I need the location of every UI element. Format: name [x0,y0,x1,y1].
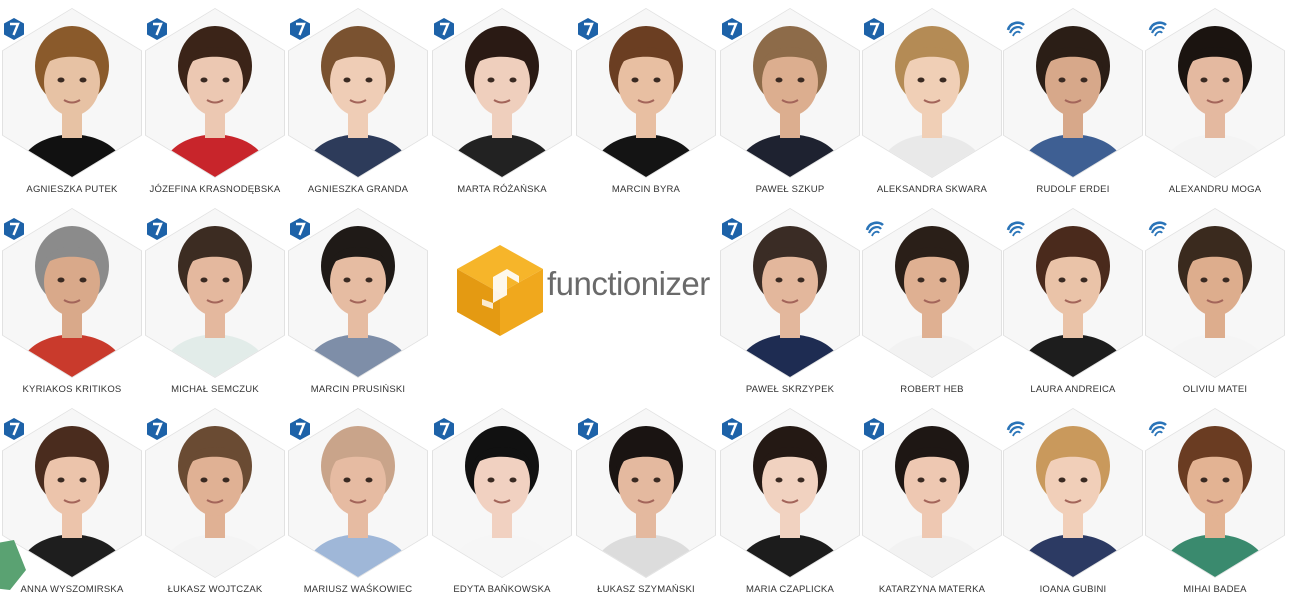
team-member-card[interactable]: MICHAŁ SEMCZUK [145,208,285,406]
team-member-card[interactable]: ŁUKASZ SZYMAŃSKI [576,408,716,606]
seven-logo-icon [4,418,24,440]
swirl-logo-icon [1005,18,1025,40]
member-name: KYRIAKOS KRITIKOS [22,384,122,395]
member-name: ŁUKASZ WOJTCZAK [167,584,263,595]
team-member-card[interactable]: RUDOLF ERDEI [1003,8,1143,206]
team-member-card[interactable]: ALEXANDRU MOGA [1145,8,1285,206]
member-name: OLIVIU MATEI [1182,384,1248,395]
member-name: MARIA CZAPLICKA [746,584,834,595]
member-name: EDYTA BAŃKOWSKA [453,584,551,595]
seven-logo-icon [290,18,310,40]
seven-logo-icon [864,418,884,440]
member-name: AGNIESZKA GRANDA [307,184,409,195]
member-name: AGNIESZKA PUTEK [26,184,118,195]
team-member-card[interactable]: MARCIN PRUSIŃSKI [288,208,428,406]
team-member-card[interactable]: AGNIESZKA GRANDA [288,8,428,206]
member-name: MARIUSZ WAŚKOWIEC [303,584,413,595]
swirl-logo-icon [1005,418,1025,440]
member-name: KATARZYNA MATERKA [878,584,986,595]
member-name: LAURA ANDREICA [1030,384,1116,395]
swirl-logo-icon [864,218,884,240]
member-name: ROBERT HEB [900,384,964,395]
swirl-logo-icon [1005,218,1025,240]
team-member-card[interactable]: MARCIN BYRA [576,8,716,206]
member-name: PAWEŁ SZKUP [755,184,825,195]
member-name: MARCIN BYRA [611,184,681,195]
member-name: PAWEŁ SKRZYPEK [745,384,835,395]
team-member-card[interactable]: MARIA CZAPLICKA [720,408,860,606]
functionizer-logo[interactable]: functionizer [455,243,710,338]
seven-logo-icon [290,418,310,440]
member-name: JÓZEFINA KRASNODĘBSKA [149,184,281,195]
team-member-card[interactable]: KATARZYNA MATERKA [862,408,1002,606]
team-member-card[interactable]: JÓZEFINA KRASNODĘBSKA [145,8,285,206]
seven-logo-icon [578,18,598,40]
seven-logo-icon [290,218,310,240]
team-member-card[interactable]: IOANA GUBINI [1003,408,1143,606]
seven-logo-icon [4,218,24,240]
team-member-card[interactable]: ROBERT HEB [862,208,1002,406]
member-name: RUDOLF ERDEI [1036,184,1110,195]
team-member-card[interactable]: MARIUSZ WAŚKOWIEC [288,408,428,606]
seven-logo-icon [578,418,598,440]
member-name: ALEXANDRU MOGA [1168,184,1262,195]
team-member-card[interactable]: EDYTA BAŃKOWSKA [432,408,572,606]
member-name: MARCIN PRUSIŃSKI [310,384,406,395]
team-member-card[interactable]: OLIVIU MATEI [1145,208,1285,406]
team-member-card[interactable]: PAWEŁ SZKUP [720,8,860,206]
brand-name: functionizer [547,265,710,302]
member-name: MICHAŁ SEMCZUK [171,384,259,395]
seven-logo-icon [4,18,24,40]
seven-logo-icon [147,218,167,240]
seven-logo-icon [147,418,167,440]
member-name: IOANA GUBINI [1039,584,1107,595]
team-member-card[interactable]: MIHAI BADEA [1145,408,1285,606]
team-member-card[interactable]: LAURA ANDREICA [1003,208,1143,406]
seven-logo-icon [722,218,742,240]
seven-logo-icon [434,418,454,440]
seven-logo-icon [147,18,167,40]
swirl-logo-icon [1147,18,1167,40]
member-name: ALEKSANDRA SKWARA [876,184,988,195]
team-member-card[interactable]: PAWEŁ SKRZYPEK [720,208,860,406]
member-name: MIHAI BADEA [1183,584,1247,595]
functionizer-cube-icon [457,245,543,336]
green-corner-decoration [0,540,26,590]
swirl-logo-icon [1147,418,1167,440]
seven-logo-icon [722,18,742,40]
team-member-card[interactable]: KYRIAKOS KRITIKOS [2,208,142,406]
seven-logo-icon [722,418,742,440]
member-name: MARTA RÓŻAŃSKA [457,184,547,195]
team-member-card[interactable]: ALEKSANDRA SKWARA [862,8,1002,206]
member-name: ŁUKASZ SZYMAŃSKI [597,584,695,595]
swirl-logo-icon [1147,218,1167,240]
seven-logo-icon [434,18,454,40]
seven-logo-icon [864,18,884,40]
team-member-card[interactable]: ŁUKASZ WOJTCZAK [145,408,285,606]
team-member-card[interactable]: MARTA RÓŻAŃSKA [432,8,572,206]
team-member-card[interactable]: AGNIESZKA PUTEK [2,8,142,206]
